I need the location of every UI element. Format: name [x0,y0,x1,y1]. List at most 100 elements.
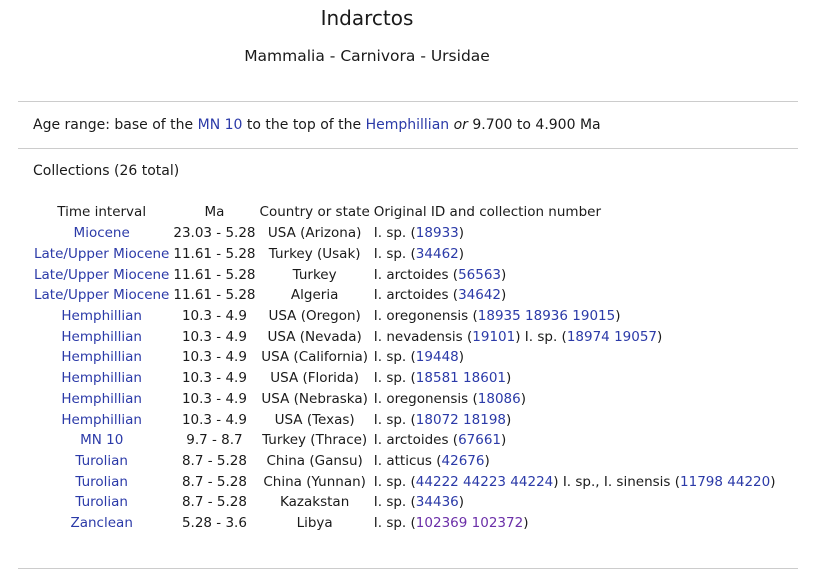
collection-link[interactable]: 56563 [458,267,501,283]
collection-link[interactable]: 19101 [472,329,515,345]
cell-country: Turkey [292,266,337,283]
collection-link[interactable]: 18974 [567,329,610,345]
cell-original-id: I. sp. (102369 102372) [372,513,778,534]
collection-link[interactable]: 67661 [458,432,501,448]
taxon-name: I. sp. ( [373,370,416,387]
cell-time-interval: Hemphillian [32,306,171,327]
collection-link[interactable]: 34462 [416,246,459,262]
cell-time-interval: Hemphillian [32,409,171,430]
time-interval-link[interactable]: Zanclean [70,515,132,531]
taxon-name: I. sp. ( [373,349,416,366]
divider [18,568,798,569]
time-interval-link[interactable]: Turolian [75,474,128,490]
cell-ma: 11.61 - 5.28 [173,287,256,304]
table-row: Turolian 8.7 - 5.28 China (Yunnan) I. sp. (… [32,471,778,492]
collection-link[interactable]: 18601 [463,370,506,386]
collection-link[interactable]: 18933 [416,225,459,241]
collection-link[interactable]: 19015 [572,308,615,324]
collection-link[interactable]: 34436 [416,494,459,510]
paren-close: ) [458,225,465,242]
cell-ma: 9.7 - 8.7 [186,432,243,449]
taxon-name: I. oregonensis ( [373,308,478,325]
collection-link[interactable]: 42676 [442,453,485,469]
taxon-name: I. sp. ( [373,514,416,531]
cell-time-interval: Late/Upper Miocene [32,244,171,265]
cell-ma: 10.3 - 4.9 [181,328,247,345]
collection-link[interactable]: 18086 [478,391,521,407]
collection-link[interactable]: 44224 [510,474,553,490]
cell-country: Algeria [290,287,339,304]
collection-link[interactable]: 18936 [525,308,568,324]
header-original-id: Original ID and collection number [373,204,601,220]
time-interval-link[interactable]: Miocene [74,225,130,241]
cell-original-id: I. arctoides (34642) [372,285,778,306]
paren-close: ) [458,494,465,511]
collection-link[interactable]: 44223 [463,474,506,490]
cell-ma: 23.03 - 5.28 [173,225,256,242]
collection-link[interactable]: 11798 [680,474,723,490]
cell-time-interval: Zanclean [32,513,171,534]
collection-link[interactable]: 18072 [416,412,459,428]
time-interval-link[interactable]: Hemphillian [61,412,142,428]
table-row: Turolian 8.7 - 5.28 Kazakstan I. sp. (34436… [32,492,778,513]
cell-ma: 5.28 - 3.6 [181,514,247,531]
cell-original-id: I. sp. (44222 44223 44224) I. sp., I. si… [372,471,778,492]
cell-original-id: I. nevadensis (19101) I. sp. (18974 1905… [372,326,778,347]
cell-original-id: I. arctoides (56563) [372,264,778,285]
collection-link[interactable]: 18198 [463,412,506,428]
table-row: Hemphillian 10.3 - 4.9 USA (Nevada) I. neva… [32,326,778,347]
collection-link[interactable]: 102369 [416,515,468,531]
table-row: Turolian 8.7 - 5.28 China (Gansu) I. atticu… [32,451,778,472]
time-interval-link[interactable]: Late/Upper Miocene [34,246,169,262]
table-row: Late/Upper Miocene 11.61 - 5.28 Turkey I. a… [32,264,778,285]
time-interval-link[interactable]: Hemphillian [61,308,142,324]
age-to-link[interactable]: Hemphillian [366,117,450,133]
age-or: or [453,117,468,133]
taxon-name: I. sp. ( [520,328,567,345]
paren-close: ) [506,411,512,428]
cell-ma: 8.7 - 5.28 [181,473,247,490]
taxon-name: I. sp. ( [373,225,416,242]
header-ma: Ma [204,204,225,220]
table-row: Late/Upper Miocene 11.61 - 5.28 Algeria I. … [32,285,778,306]
time-interval-link[interactable]: Hemphillian [61,349,142,365]
cell-original-id: I. sp. (34462) [372,244,778,265]
cell-time-interval: Turolian [32,451,171,472]
cell-original-id: I. atticus (42676) [372,451,778,472]
time-interval-link[interactable]: Late/Upper Miocene [34,267,169,283]
header-country: Country or state [259,204,370,220]
paren-close: ) [657,328,663,345]
collection-link[interactable]: 19448 [416,349,459,365]
time-interval-link[interactable]: Turolian [75,453,128,469]
collection-link[interactable]: 44220 [727,474,770,490]
collection-link[interactable]: 44222 [416,474,459,490]
time-interval-link[interactable]: MN 10 [80,432,123,448]
taxon-name: I. sp. ( [373,473,416,490]
cell-original-id: I. sp. (19448) [372,347,778,368]
paren-close: ) [615,308,621,325]
collection-link[interactable]: 18935 [478,308,521,324]
collection-link[interactable]: 102372 [472,515,524,531]
paren-close: ) [458,349,465,366]
cell-time-interval: Late/Upper Miocene [32,285,171,306]
taxon-name: I. arctoides ( [373,432,459,449]
table-row: Hemphillian 10.3 - 4.9 USA (California) I. … [32,347,778,368]
time-interval-link[interactable]: Late/Upper Miocene [34,287,169,303]
collection-link[interactable]: 18581 [416,370,459,386]
cell-time-interval: Turolian [32,492,171,513]
cell-original-id: I. oregonensis (18086) [372,389,778,410]
cell-country: Libya [296,514,333,531]
table-row: MN 10 9.7 - 8.7 Turkey (Thrace) I. arctoide… [32,430,778,451]
paren-close: ) [501,432,507,449]
time-interval-link[interactable]: Hemphillian [61,391,142,407]
taxon-name: I. oregonensis ( [373,390,478,407]
cell-ma: 10.3 - 4.9 [181,308,247,325]
cell-country: Turkey (Thrace) [262,432,368,449]
paren-close: ) [501,287,507,304]
collection-link[interactable]: 34642 [458,287,501,303]
time-interval-link[interactable]: Turolian [75,494,128,510]
age-from-link[interactable]: MN 10 [198,117,243,133]
time-interval-link[interactable]: Hemphillian [61,370,142,386]
time-interval-link[interactable]: Hemphillian [61,329,142,345]
collection-link[interactable]: 19057 [614,329,657,345]
